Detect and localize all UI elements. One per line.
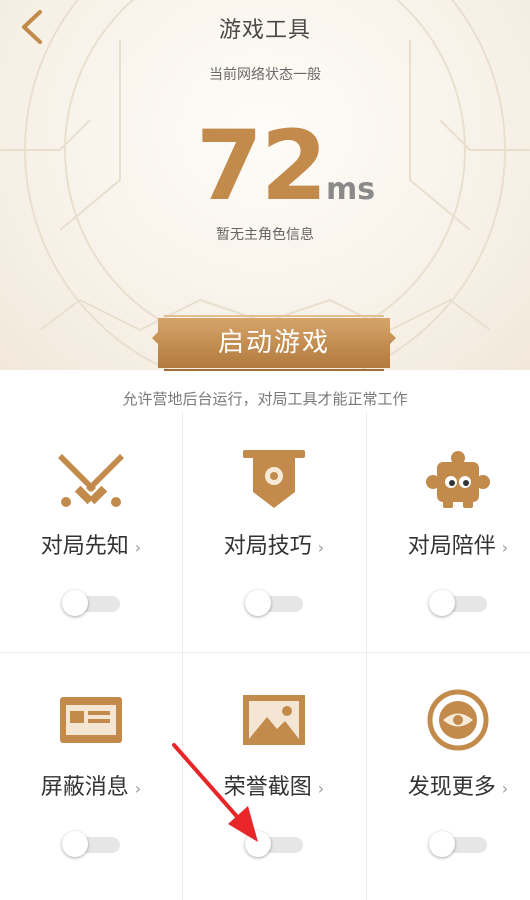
ping-unit: ms <box>326 172 376 207</box>
tool-item-honor-screenshot: 荣誉截图 › <box>183 653 365 893</box>
tool-label[interactable]: 发现更多 › <box>367 769 530 801</box>
chevron-right-icon: › <box>134 538 142 557</box>
role-info: 暂无主角色信息 <box>216 227 314 243</box>
launch-game-button[interactable]: 启动游戏 <box>152 312 396 374</box>
page-title: 游戏工具 <box>218 18 311 43</box>
toggle-switch[interactable] <box>429 831 487 857</box>
chevron-right-icon: › <box>501 779 509 798</box>
network-status: 当前网络状态一般 <box>209 67 321 83</box>
tool-item-block-messages: 屏蔽消息 › <box>0 653 182 893</box>
image-icon <box>243 695 305 745</box>
crossed-swords-icon <box>58 454 124 507</box>
tool-label[interactable]: 屏蔽消息 › <box>0 769 182 801</box>
chevron-right-icon: › <box>134 779 142 798</box>
eye-target-icon <box>427 689 489 751</box>
tool-item-discover-more: 发现更多 › <box>367 653 530 893</box>
chevron-right-icon: › <box>317 538 325 557</box>
chevron-right-icon: › <box>317 779 325 798</box>
tool-label[interactable]: 对局先知 › <box>0 528 182 560</box>
tools-grid: 对局先知 › 对局技巧 › 对局陪伴 › 屏蔽消息 › 荣誉截图 › 发现更多 … <box>0 412 530 900</box>
tool-item-match-tips: 对局技巧 › <box>183 412 365 652</box>
puzzle-robot-icon <box>426 451 490 508</box>
toggle-switch[interactable] <box>245 590 303 616</box>
message-card-icon <box>60 697 122 743</box>
launch-button-label: 启动游戏 <box>217 328 330 358</box>
launch-hint: 允许营地后台运行，对局工具才能正常工作 <box>122 390 408 408</box>
tool-item-match-companion: 对局陪伴 › <box>367 412 530 652</box>
toggle-switch[interactable] <box>429 590 487 616</box>
toggle-switch[interactable] <box>62 590 120 616</box>
tool-label[interactable]: 对局陪伴 › <box>367 528 530 560</box>
toggle-switch[interactable] <box>62 831 120 857</box>
chevron-right-icon: › <box>501 538 509 557</box>
banner-shield-icon <box>243 450 305 508</box>
tool-item-match-foresight: 对局先知 › <box>0 412 182 652</box>
tool-label[interactable]: 对局技巧 › <box>183 528 365 560</box>
ping-value: 72 <box>196 110 328 222</box>
tool-label[interactable]: 荣誉截图 › <box>183 769 365 801</box>
toggle-switch[interactable] <box>245 831 303 857</box>
